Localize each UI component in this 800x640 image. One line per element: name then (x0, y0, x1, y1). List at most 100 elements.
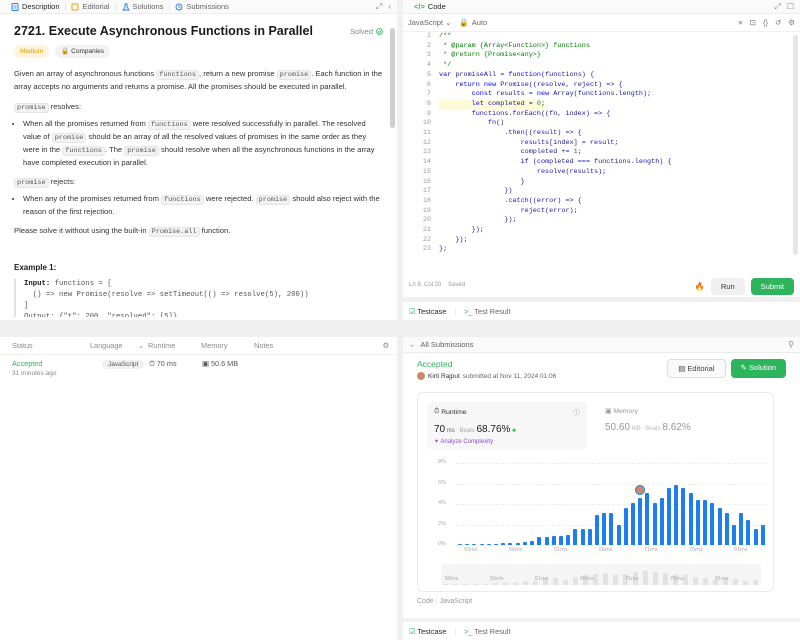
chart-bar[interactable] (731, 524, 736, 545)
chart-bar[interactable] (717, 508, 722, 545)
header-runtime[interactable]: Runtime (148, 341, 201, 350)
code-editor[interactable]: 1 /** 2 * @param {Array<Function>} functio… (403, 32, 800, 253)
runtime-box[interactable]: ⏱ Runtime ⓘ 70 ms Beats 68.76% ♣ ✦ Analy… (427, 402, 587, 450)
status-accepted[interactable]: Accepted (12, 359, 102, 368)
chart-bar[interactable] (573, 528, 578, 545)
code-line[interactable]: resolve(results); (439, 168, 606, 178)
chart-bar[interactable] (609, 513, 614, 545)
chart-bar[interactable] (724, 513, 729, 545)
chart-bar[interactable] (688, 492, 693, 545)
link-icon[interactable]: ⚲ (788, 340, 794, 349)
expand-icon[interactable]: ⤢ (774, 2, 780, 12)
chart-bar[interactable] (566, 534, 571, 545)
code-line[interactable]: if (completed === functions.length) { (439, 158, 672, 168)
code-line[interactable]: }); (439, 226, 484, 236)
code-line[interactable]: results[index] = result; (439, 139, 619, 149)
code-line[interactable]: }); (439, 216, 516, 226)
chart-bar[interactable] (638, 497, 643, 545)
code-line[interactable]: let completed = 0; (439, 99, 546, 110)
settings-icon[interactable]: ⚙ (788, 18, 795, 27)
chart-bar[interactable] (631, 502, 636, 545)
table-row[interactable]: Accepted 31 minutes ago JavaScript ⏱ 70 … (0, 355, 397, 377)
chart-bar[interactable] (695, 499, 700, 545)
tab-description[interactable]: Description (6, 2, 65, 11)
chart-bar[interactable] (594, 515, 599, 545)
code-line[interactable]: }; (439, 245, 447, 255)
tab-test-result[interactable]: >_ Test Result (464, 627, 510, 636)
code-line[interactable]: * @param {Array<Function>} functions (439, 42, 590, 52)
chart-bar[interactable] (537, 536, 542, 545)
code-line[interactable]: var promiseAll = function(functions) { (439, 71, 594, 81)
chart-bar[interactable] (486, 543, 491, 545)
chart-bar[interactable] (616, 524, 621, 545)
expand-icon[interactable]: ⤢ (376, 2, 382, 12)
braces-icon[interactable]: {} (763, 18, 768, 27)
info-icon[interactable]: ⓘ (573, 407, 580, 417)
tab-solutions[interactable]: Solutions (117, 2, 169, 11)
chevron-down-icon[interactable]: ⌄ (138, 341, 144, 350)
code-line[interactable]: }); (439, 236, 467, 246)
chart-bar[interactable] (465, 543, 470, 545)
chart-bar[interactable] (558, 535, 563, 545)
tab-test-result[interactable]: >_ Test Result (464, 307, 510, 316)
tab-submissions[interactable]: Submissions (170, 2, 234, 11)
chart-bar[interactable] (515, 542, 520, 545)
chart-bar[interactable] (602, 513, 607, 545)
chart-bar[interactable] (472, 543, 477, 545)
chart-bar[interactable] (522, 541, 527, 545)
submit-button[interactable]: Submit (750, 278, 794, 295)
chart-bar[interactable] (645, 492, 650, 545)
chart-bar[interactable] (494, 543, 499, 545)
chart-bar[interactable] (703, 499, 708, 545)
editorial-button[interactable]: ▤ Editorial (667, 359, 726, 378)
chart-bar[interactable] (674, 484, 679, 545)
code-line[interactable]: return new Promise((resolve, reject) => … (439, 81, 622, 91)
auto-label[interactable]: Auto (472, 18, 487, 27)
header-notes[interactable]: Notes (254, 341, 294, 350)
difficulty-badge[interactable]: Medium (14, 45, 50, 58)
solution-button[interactable]: ✎ Solution (730, 359, 786, 378)
code-line[interactable]: fn() (439, 119, 504, 129)
chart-bar[interactable] (753, 528, 758, 545)
chart-bar[interactable] (587, 528, 592, 545)
chart-bar[interactable] (580, 528, 585, 545)
runtime-distribution-chart[interactable]: 8% 6% 4% 2% 0% 50ms 56ms 61ms 66ms 71ms 76ms 81ms (426, 459, 768, 559)
language-select[interactable]: JavaScript ⌄ (408, 18, 451, 27)
code-line[interactable]: reject(error); (439, 207, 578, 217)
tab-testcase[interactable]: ☑ Testcase (409, 627, 446, 636)
code-line[interactable]: .then((result) => { (439, 129, 582, 139)
code-line[interactable]: .catch((error) => { (439, 197, 582, 207)
reset-icon[interactable]: ↺ (775, 18, 781, 27)
code-line[interactable]: }) (439, 187, 512, 197)
chart-bar[interactable] (652, 502, 657, 545)
chart-bar[interactable] (710, 502, 715, 545)
chart-bar[interactable] (544, 536, 549, 545)
code-line[interactable]: completed += 1; (439, 148, 582, 158)
chart-bar[interactable] (760, 524, 765, 545)
settings-icon[interactable]: ⚙ (382, 341, 389, 350)
chart-bar[interactable] (746, 520, 751, 545)
chart-bar[interactable] (667, 487, 672, 545)
chart-bar[interactable] (739, 513, 744, 545)
range-slider[interactable]: 50ms 56ms 61ms 66ms 71ms 76ms 81ms (441, 564, 761, 585)
chart-bar[interactable] (458, 543, 462, 545)
chart-bar[interactable] (659, 497, 664, 545)
code-line[interactable]: * @return {Promise<any>} (439, 51, 541, 61)
memory-box[interactable]: ▣ Memory 50.60 MB Beats 8.62% (598, 402, 758, 450)
chart-bar[interactable] (479, 543, 484, 545)
back-arrow-icon[interactable]: ← (409, 340, 417, 349)
chart-bar[interactable] (681, 487, 686, 545)
companies-badge[interactable]: 🔒 Companies (55, 45, 111, 58)
chart-bar[interactable] (508, 542, 513, 545)
collapse-left-icon[interactable]: ‹ (388, 2, 391, 12)
format-icon[interactable]: ≡ (738, 18, 742, 27)
chart-bar[interactable] (530, 540, 535, 545)
code-line[interactable]: const results = new Array(functions.leng… (439, 90, 652, 100)
scrollbar[interactable] (390, 28, 395, 128)
chart-bar[interactable] (551, 535, 556, 545)
bookmark-icon[interactable]: ⊡ (750, 18, 756, 27)
all-submissions-link[interactable]: All Submissions (421, 340, 474, 349)
fire-icon[interactable]: 🔥 (695, 282, 705, 291)
tab-editorial[interactable]: Editorial (66, 2, 114, 11)
chart-bar[interactable] (623, 508, 628, 545)
